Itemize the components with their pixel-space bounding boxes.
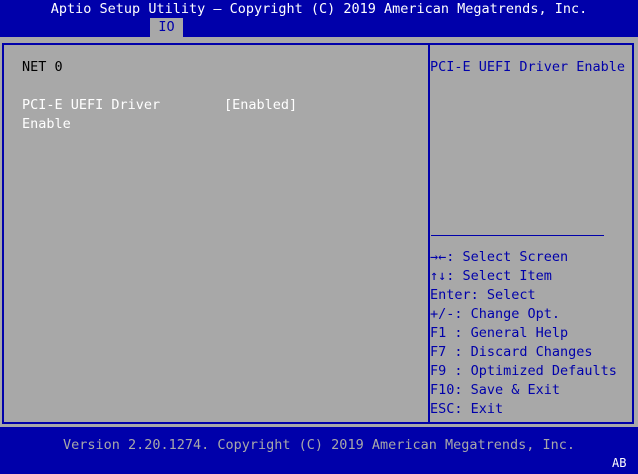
setting-value[interactable]: [Enabled] bbox=[224, 96, 297, 115]
help-divider bbox=[431, 235, 604, 236]
key-hint-select-screen: →←: Select Screen bbox=[430, 249, 569, 265]
tab-io[interactable]: IO bbox=[150, 18, 183, 37]
key-hint-exit: ESC: Exit bbox=[430, 401, 504, 417]
key-hint-general-help: F1 : General Help bbox=[430, 325, 569, 341]
version-footer: Version 2.20.1274. Copyright (C) 2019 Am… bbox=[62, 437, 576, 453]
key-hint-enter: Enter: Select bbox=[430, 287, 536, 303]
main-panel: NET 0 PCI-E UEFI Driver Enable [Enabled]… bbox=[0, 37, 638, 427]
key-hint-select-item: ↑↓: Select Item bbox=[430, 268, 552, 284]
app-title: Aptio Setup Utility – Copyright (C) 2019… bbox=[50, 1, 588, 17]
key-hint-discard-changes: F7 : Discard Changes bbox=[430, 344, 593, 360]
help-description: PCI-E UEFI Driver Enable bbox=[430, 59, 626, 75]
key-hint-change-opt: +/-: Change Opt. bbox=[430, 306, 561, 322]
corner-indicator: AB bbox=[612, 456, 627, 470]
setting-label: PCI-E UEFI Driver bbox=[22, 97, 161, 113]
setting-label-continued: Enable bbox=[22, 116, 71, 132]
section-heading: NET 0 bbox=[22, 59, 63, 75]
key-hint-save-exit: F10: Save & Exit bbox=[430, 382, 561, 398]
key-hint-optimized-defaults: F9 : Optimized Defaults bbox=[430, 363, 617, 379]
title-bar: Aptio Setup Utility – Copyright (C) 2019… bbox=[0, 0, 638, 37]
setup-frame: NET 0 PCI-E UEFI Driver Enable [Enabled]… bbox=[2, 43, 634, 424]
